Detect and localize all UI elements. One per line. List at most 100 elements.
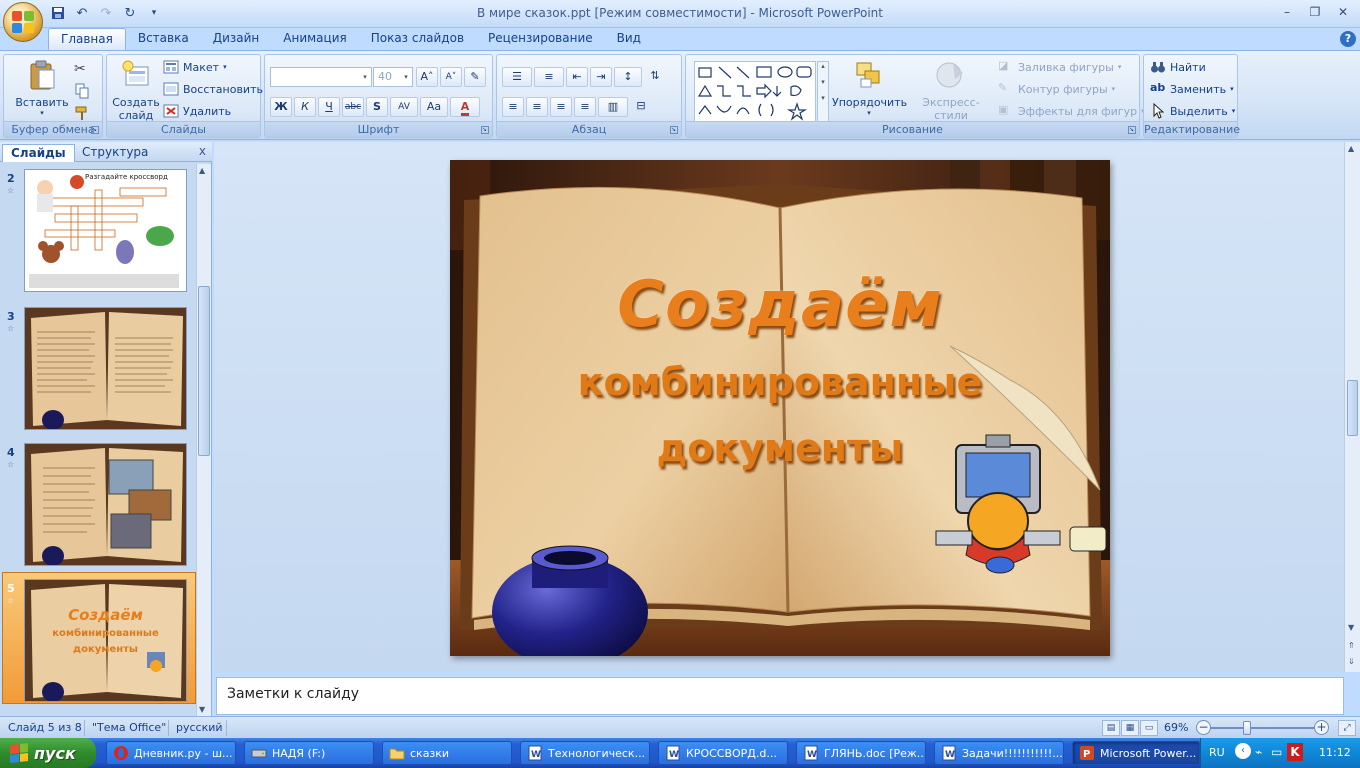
- font-family-select[interactable]: ▾: [270, 67, 372, 87]
- taskbar-item[interactable]: НАДЯ (F:): [244, 741, 374, 765]
- minimize-button[interactable]: –: [1274, 2, 1300, 22]
- notes-pane[interactable]: Заметки к слайду: [216, 677, 1344, 715]
- line-spacing-button[interactable]: ↕: [614, 67, 642, 87]
- slide-title-line1[interactable]: Создаём: [450, 268, 1110, 342]
- network-icon[interactable]: ⌁: [1255, 745, 1262, 759]
- paragraph-launcher-icon[interactable]: ↘: [670, 126, 678, 134]
- taskbar-item[interactable]: W ГЛЯНЬ.doc [Реж...: [796, 741, 926, 765]
- columns-button[interactable]: ▥: [598, 97, 628, 117]
- current-slide[interactable]: Создаём комбинированные документы: [450, 160, 1110, 656]
- fit-to-window-icon[interactable]: ⤢: [1338, 720, 1356, 736]
- monitor-icon[interactable]: ▭: [1271, 745, 1282, 759]
- change-case-button[interactable]: Aa: [420, 97, 448, 117]
- align-left-button[interactable]: ≡: [502, 97, 524, 117]
- underline-button[interactable]: Ч: [318, 97, 340, 117]
- tab-design[interactable]: Дизайн: [201, 28, 272, 50]
- drawing-launcher-icon[interactable]: ↘: [1128, 126, 1136, 134]
- copy-button[interactable]: [74, 83, 90, 99]
- find-button[interactable]: Найти: [1150, 59, 1206, 75]
- grow-font-button[interactable]: A˄: [416, 67, 438, 87]
- font-size-select[interactable]: 40 ▾: [373, 67, 413, 87]
- zoom-out-icon[interactable]: −: [1196, 720, 1211, 735]
- tab-animation[interactable]: Анимация: [271, 28, 358, 50]
- slide-thumbnail-row[interactable]: 4 ☆: [0, 438, 196, 572]
- layout-button[interactable]: Макет ▾: [163, 59, 227, 75]
- reset-button[interactable]: Восстановить: [163, 81, 263, 97]
- slide-thumbnail[interactable]: [24, 307, 187, 430]
- slide-thumbnail-row[interactable]: 3 ☆: [0, 302, 196, 436]
- shadow-button[interactable]: S: [366, 97, 388, 117]
- restore-button[interactable]: ❐: [1302, 2, 1328, 22]
- theme-name[interactable]: "Тема Office": [92, 721, 166, 734]
- next-slide-icon[interactable]: ⇓: [1348, 657, 1355, 666]
- new-slide-button[interactable]: Создать слайд: [111, 59, 161, 122]
- text-direction-button[interactable]: ⇅: [644, 67, 666, 87]
- slide-title-line3[interactable]: документы: [450, 426, 1110, 470]
- tab-home[interactable]: Главная: [48, 28, 126, 50]
- slide-sorter-icon[interactable]: ▦: [1121, 720, 1139, 736]
- font-color-button[interactable]: A: [450, 97, 480, 117]
- tab-outline[interactable]: Структура: [74, 144, 156, 162]
- font-launcher-icon[interactable]: ↘: [481, 126, 489, 134]
- previous-slide-icon[interactable]: ⇑: [1348, 641, 1355, 650]
- shape-outline-button[interactable]: ✎ Контур фигуры ▾: [998, 81, 1115, 97]
- tab-slideshow[interactable]: Показ слайдов: [359, 28, 476, 50]
- taskbar-item-active[interactable]: P Microsoft Power...: [1072, 741, 1200, 765]
- zoom-slider-knob[interactable]: [1243, 721, 1251, 735]
- zoom-slider-track[interactable]: [1210, 727, 1316, 729]
- select-button[interactable]: Выделить ▾: [1150, 102, 1235, 119]
- tab-view[interactable]: Вид: [605, 28, 653, 50]
- normal-view-icon[interactable]: ▤: [1102, 720, 1120, 736]
- strikethrough-button[interactable]: abc: [342, 97, 364, 117]
- quick-styles-button[interactable]: Экспресс-стили ▾: [908, 59, 994, 130]
- start-button[interactable]: пуск: [0, 738, 96, 768]
- align-right-button[interactable]: ≡: [550, 97, 572, 117]
- slide-title-line2[interactable]: комбинированные: [450, 360, 1110, 404]
- language-indicator[interactable]: русский: [176, 721, 223, 734]
- shape-effects-button[interactable]: ▣ Эффекты для фигур▾: [998, 103, 1145, 119]
- taskbar-item[interactable]: W КРОССВОРД.d...: [658, 741, 788, 765]
- tray-arrow-icon[interactable]: ‹: [1235, 743, 1251, 759]
- shapes-gallery[interactable]: [694, 61, 816, 123]
- shapes-scroll[interactable]: ▴ ▾ ▾: [817, 61, 829, 123]
- editor-scrollbar-thumb[interactable]: [1347, 380, 1358, 436]
- tab-insert[interactable]: Вставка: [126, 28, 201, 50]
- editor-scrollbar[interactable]: ▲ ▼ ⇑ ⇓: [1344, 142, 1360, 672]
- italic-button[interactable]: К: [294, 97, 316, 117]
- shrink-font-button[interactable]: A˅: [440, 67, 462, 87]
- slide-thumbnail[interactable]: [24, 443, 187, 566]
- align-center-button[interactable]: ≡: [526, 97, 548, 117]
- taskbar-item[interactable]: сказки: [382, 741, 512, 765]
- office-button[interactable]: [3, 2, 43, 42]
- replace-button[interactable]: ab Заменить ▾: [1150, 81, 1234, 97]
- close-button[interactable]: ✕: [1330, 2, 1356, 22]
- justify-button[interactable]: ≡: [574, 97, 596, 117]
- slide-thumbnail-row[interactable]: 2 ☆ Разгадайте кроссворд: [0, 164, 196, 298]
- tab-review[interactable]: Рецензирование: [476, 28, 605, 50]
- arrange-button[interactable]: Упорядочить ▾: [832, 59, 907, 117]
- slide-thumbnail[interactable]: Создаём комбинированные документы: [24, 579, 187, 702]
- antivirus-icon[interactable]: K: [1287, 743, 1303, 761]
- taskbar-item[interactable]: Дневник.ру - ш...: [106, 741, 236, 765]
- zoom-level[interactable]: 69%: [1164, 721, 1188, 734]
- clear-formatting-button[interactable]: ✎: [464, 67, 486, 87]
- zoom-in-icon[interactable]: +: [1314, 720, 1329, 735]
- paste-button[interactable]: Вставить ▾: [10, 59, 74, 117]
- char-spacing-button[interactable]: AV: [390, 97, 418, 117]
- decrease-indent-button[interactable]: ⇤: [566, 67, 588, 87]
- delete-slide-button[interactable]: Удалить: [163, 103, 231, 119]
- slide-thumbnail[interactable]: Разгадайте кроссворд: [24, 169, 187, 292]
- slideshow-view-icon[interactable]: ▭: [1140, 720, 1158, 736]
- increase-indent-button[interactable]: ⇥: [590, 67, 612, 87]
- bullets-button[interactable]: ☰: [502, 67, 532, 87]
- taskbar-item[interactable]: W Технологическ...: [520, 741, 650, 765]
- scrollbar-thumb[interactable]: [198, 286, 210, 456]
- clipboard-launcher-icon[interactable]: ↘: [91, 126, 99, 134]
- slide-thumbnail-row[interactable]: 5 ☆ Создаём комбинированные документы: [0, 574, 196, 708]
- slides-pane-scrollbar[interactable]: ▲ ▼: [196, 164, 211, 716]
- numbering-button[interactable]: ≡: [534, 67, 564, 87]
- pane-close-icon[interactable]: x: [199, 144, 206, 158]
- taskbar-item[interactable]: W Задачи!!!!!!!!!!!...: [934, 741, 1064, 765]
- language-indicator-tray[interactable]: RU: [1209, 746, 1225, 759]
- format-painter-button[interactable]: [74, 105, 90, 121]
